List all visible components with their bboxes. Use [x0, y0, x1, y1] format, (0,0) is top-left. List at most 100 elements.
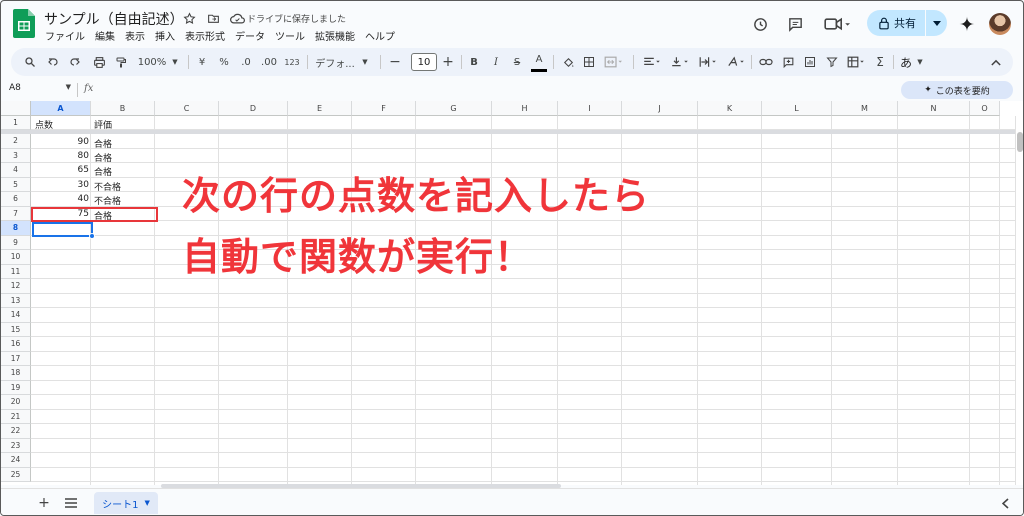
- italic-button[interactable]: I: [489, 48, 503, 76]
- insert-link-icon[interactable]: [757, 48, 775, 76]
- header-cell-grade[interactable]: 評価: [94, 118, 112, 131]
- row-header-15[interactable]: 15: [1, 322, 31, 337]
- row-header-23[interactable]: 23: [1, 438, 31, 453]
- row-header-9[interactable]: 9: [1, 235, 31, 250]
- collapse-toolbar-icon[interactable]: [987, 48, 1005, 76]
- grade-cell[interactable]: 合格: [94, 151, 112, 164]
- header-cell-score[interactable]: 点数: [35, 118, 53, 131]
- horizontal-align-icon[interactable]: [639, 48, 665, 76]
- row-header-2[interactable]: 2: [1, 134, 31, 149]
- menu-view[interactable]: 表示: [120, 28, 150, 43]
- column-header-d[interactable]: D: [219, 101, 288, 116]
- score-cell[interactable]: 90: [31, 137, 89, 147]
- column-header-c[interactable]: C: [155, 101, 219, 116]
- insert-chart-icon[interactable]: [801, 48, 819, 76]
- paint-format-icon[interactable]: [112, 48, 130, 76]
- text-color-button[interactable]: A: [531, 50, 547, 72]
- column-header-b[interactable]: B: [91, 101, 155, 116]
- frozen-row-divider[interactable]: [1, 130, 1015, 134]
- avatar[interactable]: [989, 13, 1011, 35]
- input-tools-dropdown-icon[interactable]: ▼: [915, 48, 925, 76]
- increase-decimal[interactable]: .00: [259, 48, 279, 76]
- row-header-10[interactable]: 10: [1, 250, 31, 265]
- move-folder-icon[interactable]: [205, 10, 221, 26]
- vertical-scroll-thumb[interactable]: [1017, 132, 1023, 152]
- percent-format[interactable]: %: [217, 48, 231, 76]
- comments-icon[interactable]: [785, 14, 805, 34]
- row-header-17[interactable]: 17: [1, 351, 31, 366]
- column-header-o[interactable]: O: [970, 101, 1000, 116]
- borders-icon[interactable]: [580, 48, 598, 76]
- row-header-16[interactable]: 16: [1, 337, 31, 352]
- column-header-n[interactable]: N: [898, 101, 970, 116]
- merge-cells-icon[interactable]: [601, 48, 625, 76]
- filter-views-icon[interactable]: [843, 48, 869, 76]
- score-cell[interactable]: 30: [31, 180, 89, 190]
- column-header-k[interactable]: K: [698, 101, 762, 116]
- version-history-icon[interactable]: [750, 14, 770, 34]
- grade-cell[interactable]: 不合格: [94, 180, 121, 193]
- row-header-8[interactable]: 8: [1, 221, 31, 236]
- menu-help[interactable]: ヘルプ: [360, 28, 400, 43]
- score-cell[interactable]: 65: [31, 165, 89, 175]
- zoom-dropdown-icon[interactable]: ▼: [170, 48, 180, 76]
- row-header-24[interactable]: 24: [1, 453, 31, 468]
- font-family-select[interactable]: デフォ...: [315, 48, 355, 76]
- row-header-7[interactable]: 7: [1, 206, 31, 221]
- font-size-input[interactable]: 10: [411, 53, 437, 71]
- row-header-20[interactable]: 20: [1, 395, 31, 410]
- number-format[interactable]: 123: [283, 48, 301, 76]
- column-header-l[interactable]: L: [762, 101, 832, 116]
- redo-icon[interactable]: [66, 48, 84, 76]
- insert-comment-icon[interactable]: [779, 48, 797, 76]
- share-dropdown-icon[interactable]: [925, 10, 947, 36]
- grade-cell[interactable]: 合格: [94, 165, 112, 178]
- share-button[interactable]: 共有: [867, 10, 947, 36]
- row-header-5[interactable]: 5: [1, 177, 31, 192]
- strikethrough-button[interactable]: S: [510, 48, 524, 76]
- document-title[interactable]: サンプル（自由記述）: [44, 9, 184, 29]
- gemini-sparkle-icon[interactable]: [957, 14, 977, 34]
- menu-edit[interactable]: 編集: [90, 28, 120, 43]
- print-icon[interactable]: [90, 48, 108, 76]
- row-header-12[interactable]: 12: [1, 279, 31, 294]
- text-wrap-icon[interactable]: [695, 48, 721, 76]
- column-header-f[interactable]: F: [352, 101, 416, 116]
- row-header-21[interactable]: 21: [1, 409, 31, 424]
- selected-cell-a8[interactable]: [32, 222, 93, 237]
- sheet-tab-dropdown-icon[interactable]: ▼: [144, 499, 149, 507]
- row-header-14[interactable]: 14: [1, 308, 31, 323]
- collapse-side-panel-icon[interactable]: [997, 495, 1013, 511]
- column-header-e[interactable]: E: [288, 101, 352, 116]
- row-header-11[interactable]: 11: [1, 264, 31, 279]
- name-box[interactable]: A8 ▼: [9, 83, 71, 97]
- currency-format[interactable]: ¥: [195, 48, 209, 76]
- functions-button[interactable]: Σ: [873, 48, 887, 76]
- fill-handle[interactable]: [89, 233, 95, 239]
- font-size-decrease-button[interactable]: −: [388, 48, 402, 76]
- decrease-decimal[interactable]: .0: [237, 48, 255, 76]
- sheet-tab-active[interactable]: シート1 ▼: [94, 492, 158, 514]
- menu-file[interactable]: ファイル: [45, 28, 90, 43]
- column-header-j[interactable]: J: [622, 101, 698, 116]
- column-header-g[interactable]: G: [416, 101, 492, 116]
- select-all-corner[interactable]: [1, 101, 31, 116]
- cloud-saved-icon[interactable]: [229, 10, 245, 26]
- vertical-scrollbar[interactable]: [1015, 116, 1023, 485]
- row-header-1[interactable]: 1: [1, 116, 31, 130]
- row-header-6[interactable]: 6: [1, 192, 31, 207]
- row-header-22[interactable]: 22: [1, 424, 31, 439]
- row-header-18[interactable]: 18: [1, 366, 31, 381]
- bold-button[interactable]: B: [467, 48, 481, 76]
- menu-insert[interactable]: 挿入: [150, 28, 180, 43]
- font-dropdown-icon[interactable]: ▼: [360, 48, 370, 76]
- row-header-25[interactable]: 25: [1, 467, 31, 482]
- meet-icon[interactable]: [821, 14, 855, 34]
- sheets-logo-icon[interactable]: [13, 9, 35, 38]
- column-header-m[interactable]: M: [832, 101, 898, 116]
- text-rotation-icon[interactable]: [723, 48, 749, 76]
- fill-color-icon[interactable]: [559, 48, 577, 76]
- undo-icon[interactable]: [44, 48, 62, 76]
- font-size-increase-button[interactable]: +: [441, 48, 455, 76]
- input-tools-button[interactable]: あ: [899, 48, 913, 76]
